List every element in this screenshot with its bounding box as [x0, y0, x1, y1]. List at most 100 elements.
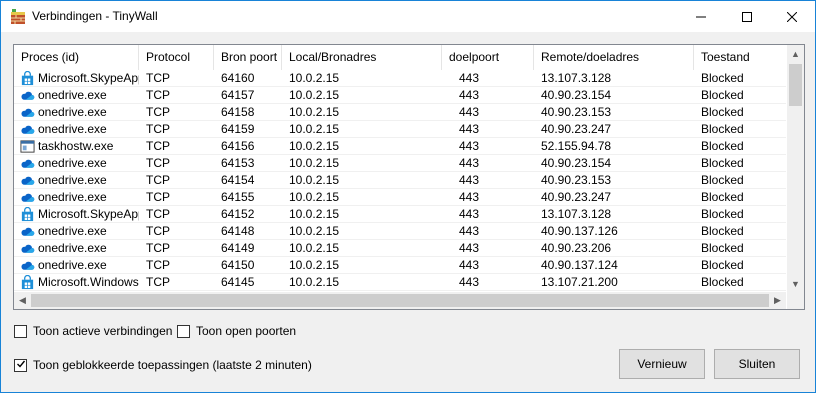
scroll-left-arrow-icon[interactable]: ◀	[14, 292, 31, 309]
cell-state-text: Blocked	[701, 275, 744, 289]
close-icon	[787, 11, 797, 22]
maximize-button[interactable]	[724, 1, 770, 32]
cell-source-port-text: 64157	[221, 88, 255, 102]
cell-process: Microsoft.Windows....	[14, 274, 139, 291]
show-blocked-apps-checkbox[interactable]: Toon geblokkeerde toepassingen (laatste …	[14, 358, 312, 372]
cell-dest-port: 443	[442, 104, 534, 121]
cell-protocol: TCP	[139, 223, 214, 240]
cell-source-port: 64148	[214, 223, 282, 240]
table-row[interactable]: onedrive.exe TCP 64157 10.0.2.15 443 40.90.23…	[14, 87, 786, 104]
cell-dest-port-text: 443	[459, 156, 480, 170]
cell-state-text: Blocked	[701, 241, 744, 255]
connections-list[interactable]: Proces (id) Protocol Bron poort Local/Br…	[13, 44, 805, 310]
table-row[interactable]: Microsoft.SkypeApp TCP 64152 10.0.2.15 443 13…	[14, 206, 786, 223]
cell-protocol-text: TCP	[146, 190, 170, 204]
column-header-remote-address[interactable]: Remote/doeladres	[534, 45, 694, 70]
column-header-dest-port[interactable]: doelpoort	[442, 45, 534, 70]
table-row[interactable]: onedrive.exe TCP 64153 10.0.2.15 443 40.90.23…	[14, 155, 786, 172]
cell-state-text: Blocked	[701, 122, 744, 136]
store-app-icon	[20, 206, 35, 222]
cell-protocol-text: TCP	[146, 156, 170, 170]
checkbox-box[interactable]	[14, 358, 27, 372]
cell-state: Blocked	[694, 121, 786, 138]
checkbox-box[interactable]	[14, 324, 27, 338]
cell-state: Blocked	[694, 70, 786, 87]
cell-source-port: 64156	[214, 138, 282, 155]
table-row[interactable]: Microsoft.Windows.... TCP 64145 10.0.2.15 44…	[14, 274, 786, 291]
cell-source-port-text: 64150	[221, 258, 255, 272]
refresh-button[interactable]: Vernieuw	[619, 349, 705, 379]
onedrive-cloud-icon	[20, 190, 35, 205]
cell-process: onedrive.exe	[14, 189, 139, 206]
cell-remote-address: 40.90.23.206	[534, 240, 694, 257]
onedrive-cloud-icon	[20, 156, 35, 171]
cell-source-port-text: 64159	[221, 122, 255, 136]
show-open-ports-checkbox[interactable]: Toon open poorten	[177, 324, 296, 338]
cell-process: onedrive.exe	[14, 257, 139, 274]
table-row[interactable]: onedrive.exe TCP 64149 10.0.2.15 443 40.90.23…	[14, 240, 786, 257]
cell-source-port-text: 64156	[221, 139, 255, 153]
cell-local-address: 10.0.2.15	[282, 121, 442, 138]
cell-process: onedrive.exe	[14, 155, 139, 172]
cell-dest-port-text: 443	[459, 241, 480, 255]
cell-local-address: 10.0.2.15	[282, 172, 442, 189]
cell-remote-address: 13.107.3.128	[534, 70, 694, 87]
cell-dest-port: 443	[442, 155, 534, 172]
cell-dest-port: 443	[442, 240, 534, 257]
cell-protocol-text: TCP	[146, 139, 170, 153]
minimize-icon	[696, 16, 706, 17]
close-button[interactable]: Sluiten	[714, 349, 800, 379]
cell-protocol: TCP	[139, 155, 214, 172]
cell-protocol: TCP	[139, 70, 214, 87]
cell-local-address: 10.0.2.15	[282, 87, 442, 104]
table-row[interactable]: onedrive.exe TCP 64150 10.0.2.15 443 40.90.13…	[14, 257, 786, 274]
table-row[interactable]: onedrive.exe TCP 64155 10.0.2.15 443 40.90.23…	[14, 189, 786, 206]
cell-remote-address-text: 40.90.137.126	[541, 224, 618, 238]
cell-source-port-text: 64145	[221, 275, 255, 289]
cell-process: Microsoft.SkypeApp	[14, 70, 139, 87]
cell-process: onedrive.exe	[14, 87, 139, 104]
column-header-protocol[interactable]: Protocol	[139, 45, 214, 70]
column-header-source-port[interactable]: Bron poort	[214, 45, 282, 70]
cell-dest-port: 443	[442, 70, 534, 87]
minimize-button[interactable]	[678, 1, 724, 32]
cell-dest-port-text: 443	[459, 190, 480, 204]
cell-protocol: TCP	[139, 206, 214, 223]
horizontal-scrollbar[interactable]: ◀ ▶	[14, 292, 786, 309]
close-window-button[interactable]	[769, 1, 815, 32]
scroll-right-arrow-icon[interactable]: ▶	[769, 292, 786, 309]
checkmark-icon	[16, 358, 26, 372]
table-row[interactable]: onedrive.exe TCP 64158 10.0.2.15 443 40.90.23…	[14, 104, 786, 121]
vertical-scroll-thumb[interactable]	[789, 64, 802, 106]
scroll-down-arrow-icon[interactable]: ▼	[787, 275, 804, 292]
scroll-up-arrow-icon[interactable]: ▲	[787, 45, 804, 62]
cell-dest-port-text: 443	[459, 275, 480, 289]
cell-process-text: onedrive.exe	[38, 241, 107, 255]
column-header-local-address[interactable]: Local/Bronadres	[282, 45, 442, 70]
table-row[interactable]: onedrive.exe TCP 64154 10.0.2.15 443 40.90.23…	[14, 172, 786, 189]
table-row[interactable]: onedrive.exe TCP 64148 10.0.2.15 443 40.90.13…	[14, 223, 786, 240]
cell-local-address: 10.0.2.15	[282, 189, 442, 206]
onedrive-cloud-icon	[20, 105, 35, 120]
horizontal-scroll-thumb[interactable]	[31, 294, 769, 307]
cell-local-address-text: 10.0.2.15	[289, 88, 340, 102]
show-active-connections-checkbox[interactable]: Toon actieve verbindingen	[14, 324, 172, 338]
column-header-state[interactable]: Toestand	[694, 45, 786, 70]
cell-remote-address-text: 40.90.23.154	[541, 88, 612, 102]
cell-remote-address-text: 40.90.23.247	[541, 190, 612, 204]
cell-dest-port: 443	[442, 206, 534, 223]
column-header-process[interactable]: Proces (id)	[14, 45, 139, 70]
cell-remote-address: 40.90.23.247	[534, 189, 694, 206]
title-bar[interactable]: Verbindingen - TinyWall	[1, 1, 815, 32]
vertical-scrollbar[interactable]: ▲ ▼	[787, 45, 804, 292]
cell-dest-port: 443	[442, 138, 534, 155]
cell-dest-port-text: 443	[459, 71, 480, 85]
cell-remote-address-text: 40.90.23.206	[541, 241, 612, 255]
table-row[interactable]: onedrive.exe TCP 64159 10.0.2.15 443 40.90.23…	[14, 121, 786, 138]
table-row[interactable]: Microsoft.SkypeApp TCP 64160 10.0.2.15 443 13…	[14, 70, 786, 87]
onedrive-cloud-icon	[20, 241, 35, 256]
checkbox-box[interactable]	[177, 324, 190, 338]
cell-state-text: Blocked	[701, 224, 744, 238]
table-row[interactable]: taskhostw.exe TCP 64156 10.0.2.15 443 52.155.…	[14, 138, 786, 155]
cell-dest-port: 443	[442, 87, 534, 104]
